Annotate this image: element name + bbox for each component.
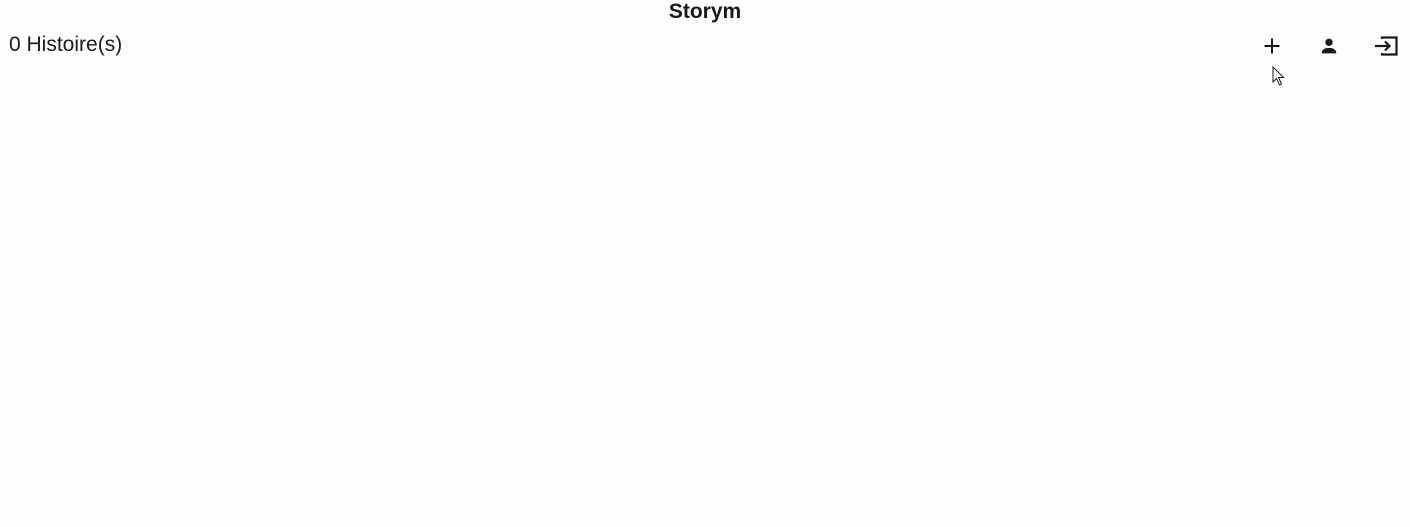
mouse-cursor-icon	[1272, 66, 1285, 86]
toolbar	[1233, 30, 1410, 62]
add-story-button[interactable]	[1254, 30, 1290, 62]
app-window: Storym 0 Histoire(s)	[0, 0, 1410, 527]
profile-button[interactable]	[1311, 30, 1347, 62]
person-icon	[1321, 38, 1337, 54]
app-title: Storym	[668, 0, 742, 23]
story-count: 0 Histoire(s)	[9, 33, 123, 56]
logout-icon	[1375, 36, 1398, 56]
plus-icon	[1264, 38, 1280, 54]
logout-button[interactable]	[1368, 30, 1404, 62]
